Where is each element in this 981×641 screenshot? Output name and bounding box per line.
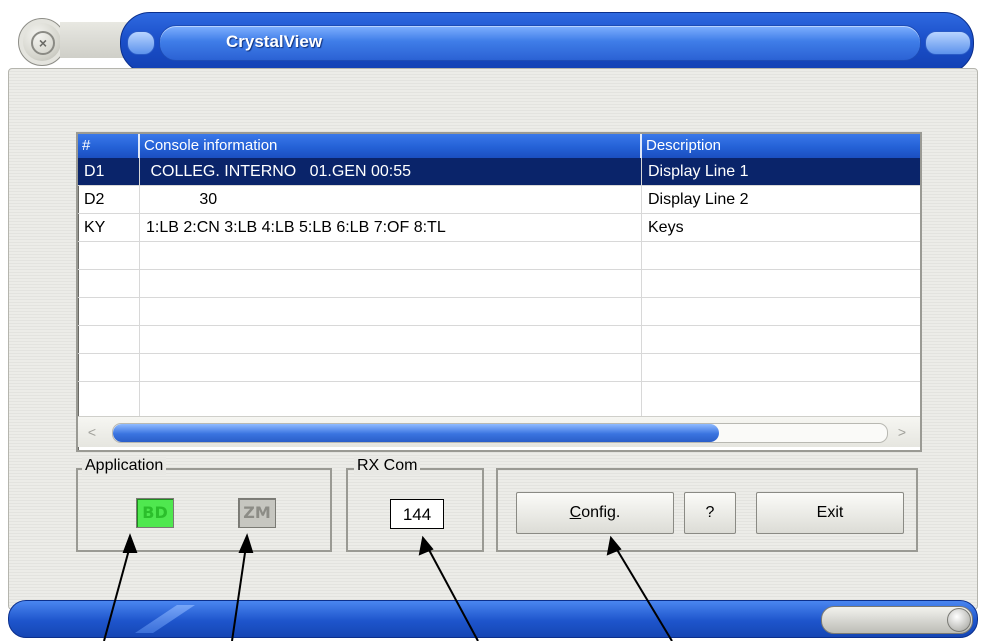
row-description: Display Line 2 <box>648 191 749 208</box>
title-left-cap-icon <box>127 31 155 55</box>
row-id: D1 <box>84 163 105 180</box>
list-header: # Console information Description <box>78 134 920 158</box>
column-header-number[interactable]: # <box>78 134 138 158</box>
empty-row[interactable] <box>78 354 920 382</box>
empty-row[interactable] <box>78 270 920 298</box>
column-header-description[interactable]: Description <box>642 134 918 158</box>
table-row[interactable]: D2 30 Display Line 2 <box>78 186 920 214</box>
empty-row[interactable] <box>78 242 920 270</box>
help-button[interactable]: ? <box>684 492 736 534</box>
row-description: Display Line 1 <box>648 163 749 180</box>
crystalview-window: × CrystalView # Console information Desc… <box>8 12 978 638</box>
application-group: Application BD ZM <box>76 457 332 552</box>
rx-com-label: RX Com <box>354 457 421 475</box>
empty-row[interactable] <box>78 298 920 326</box>
title-right-cap-icon <box>925 31 971 55</box>
bd-indicator[interactable]: BD <box>136 498 174 528</box>
bottom-bar-slant <box>135 605 195 633</box>
row-description: Keys <box>648 219 684 236</box>
zm-indicator[interactable]: ZM <box>238 498 276 528</box>
config-button-label: Config. <box>569 504 621 521</box>
empty-row[interactable] <box>78 382 920 416</box>
grip-knob-icon[interactable] <box>947 608 971 632</box>
column-divider <box>641 158 642 416</box>
title-pill: CrystalView <box>159 25 921 61</box>
scroll-left-arrow-icon[interactable]: < <box>84 423 100 441</box>
config-button[interactable]: Config. <box>516 492 674 534</box>
horizontal-scrollbar[interactable]: < > <box>78 416 920 447</box>
column-divider <box>139 158 140 416</box>
scroll-thumb[interactable] <box>113 424 719 442</box>
application-label: Application <box>82 457 167 475</box>
column-header-console-information[interactable]: Console information <box>140 134 640 158</box>
title-bar[interactable]: CrystalView <box>120 12 974 74</box>
empty-row[interactable] <box>78 326 920 354</box>
table-row[interactable]: KY 1:LB 2:CN 3:LB 4:LB 5:LB 6:LB 7:OF 8:… <box>78 214 920 242</box>
row-id: D2 <box>84 191 105 208</box>
exit-button[interactable]: Exit <box>756 492 904 534</box>
rx-com-value: 144 <box>390 499 444 529</box>
window-title: CrystalView <box>226 32 323 51</box>
table-row[interactable]: D1 COLLEG. INTERNO 01.GEN 00:55 Display … <box>78 158 920 186</box>
bottom-bar <box>8 600 978 638</box>
close-icon: × <box>31 31 55 55</box>
scroll-track[interactable] <box>112 423 888 443</box>
scroll-right-arrow-icon[interactable]: > <box>894 423 910 441</box>
rx-com-group: RX Com 144 <box>346 457 484 552</box>
row-console-info: 30 <box>146 191 218 208</box>
close-button[interactable]: × <box>18 18 66 66</box>
console-list[interactable]: # Console information Description D1 COL… <box>76 132 922 452</box>
row-id: KY <box>84 219 106 236</box>
actions-group: Config. ? Exit <box>496 468 918 552</box>
resize-grip[interactable] <box>821 606 973 634</box>
row-console-info: 1:LB 2:CN 3:LB 4:LB 5:LB 6:LB 7:OF 8:TL <box>146 219 446 236</box>
row-console-info: COLLEG. INTERNO 01.GEN 00:55 <box>146 163 411 180</box>
